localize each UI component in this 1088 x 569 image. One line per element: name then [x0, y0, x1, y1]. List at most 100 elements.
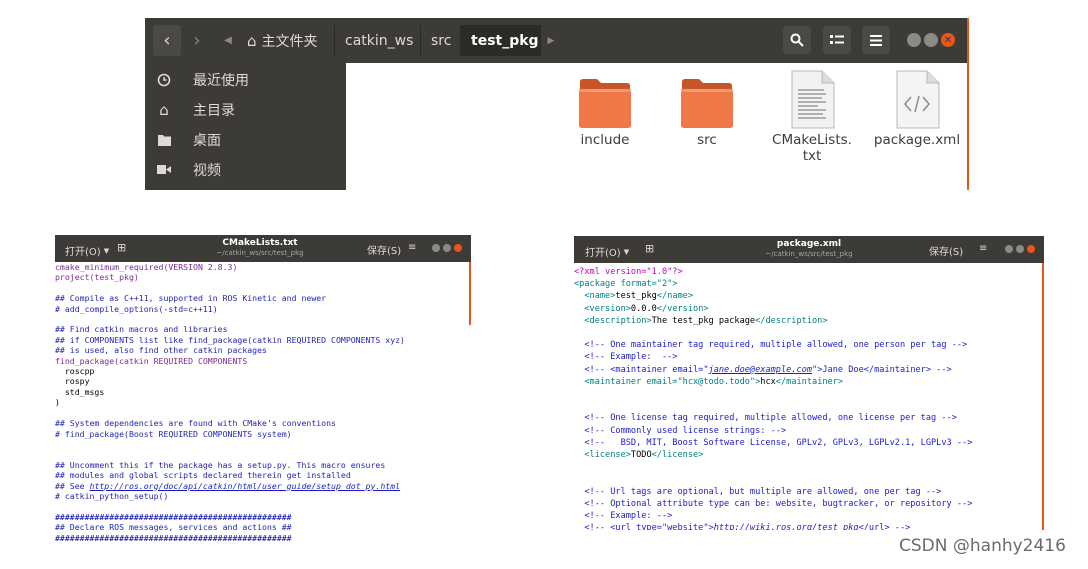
file-item-cmakelists[interactable]: CMakeLists. txt [767, 70, 857, 164]
folder-icon [681, 79, 733, 128]
menu-button[interactable] [862, 26, 890, 54]
minimize-button[interactable] [1005, 245, 1013, 253]
code-editor-area[interactable]: cmake_minimum_required(VERSION 2.8.3) pro… [55, 262, 471, 543]
code-link[interactable]: http://ros.org/doc/api/catkin/html/user_… [90, 481, 401, 491]
file-item-src[interactable]: src [662, 70, 752, 148]
code-line: <package format="2"> [574, 278, 1044, 290]
chevron-left-icon: ‹ [163, 30, 171, 51]
maximize-button[interactable] [924, 33, 938, 47]
code-close-tag: </version> [656, 303, 709, 314]
save-button[interactable]: 保存(S) [361, 241, 407, 257]
sidebar-item-recent[interactable]: 最近使用 [145, 65, 346, 94]
file-manager-toolbar: ‹ › ◀ ⌂ 主文件夹 catkin_ws src test_pkg ▶ ✕ [145, 18, 967, 63]
code-text: ## Declare ROS messages, services and ac… [55, 522, 292, 533]
folder-icon [154, 134, 174, 146]
code-text: <maintainer email="hcx@todo.todo"> [574, 376, 761, 387]
breadcrumb-label: 主文件夹 [261, 33, 318, 50]
triangle-left-icon: ◀ [224, 35, 232, 46]
code-close-tag: </maintainer> [775, 376, 844, 387]
code-text: roscpp [55, 366, 95, 377]
code-text: <name> [574, 291, 616, 302]
save-button[interactable]: 保存(S) [923, 242, 969, 258]
minimize-button[interactable] [907, 33, 921, 47]
file-name: src [697, 132, 717, 148]
code-line: <!-- Optional attribute type can be: web… [574, 498, 1044, 510]
code-line: ## is used, also find other catkin packa… [55, 345, 471, 355]
code-editor-area[interactable]: <?xml version="1.0"?> <package format="2"… [574, 266, 1044, 530]
cmake-editor-window: 打开(O) ▼ ⊞ CMakeLists.txt ~/catkin_ws/src… [55, 235, 471, 544]
menu-button[interactable]: ≡ [979, 243, 987, 254]
triangle-right-icon: ▶ [547, 35, 555, 46]
code-text: rospy [55, 376, 90, 387]
code-text-value: test_pkg [615, 291, 657, 302]
sidebar-item-videos[interactable]: 视频 [145, 155, 346, 184]
breadcrumb-src[interactable]: src [421, 25, 461, 56]
code-text: ## Compile as C++11, supported in ROS Ki… [55, 293, 327, 304]
code-text: # catkin_python_setup() [55, 490, 169, 501]
breadcrumb-home[interactable]: ⌂ 主文件夹 [237, 25, 335, 56]
code-text: <description> [574, 315, 652, 326]
hamburger-icon: ≡ [408, 242, 417, 253]
code-link[interactable]: jane.doe@example.com [709, 365, 812, 375]
code-line: cmake_minimum_required(VERSION 2.8.3) [55, 262, 471, 272]
file-name-line2: txt [802, 148, 822, 164]
window-path: ~/catkin_ws/src/test_pkg [765, 250, 853, 258]
close-button[interactable] [454, 244, 462, 252]
file-item-package-xml[interactable]: package.xml [872, 70, 962, 148]
code-line: ########################################… [55, 512, 471, 522]
file-item-include[interactable]: include [560, 70, 650, 148]
open-label: 打开(O) [65, 247, 101, 258]
menu-button[interactable]: ≡ [408, 242, 416, 253]
path-scroll-left-button[interactable]: ◀ [221, 25, 235, 56]
breadcrumb-catkin-ws[interactable]: catkin_ws [335, 25, 421, 56]
xml-file-icon [896, 70, 940, 129]
search-icon [790, 33, 804, 47]
code-line: ########################################… [55, 533, 471, 543]
view-options-button[interactable] [823, 26, 851, 54]
file-name: include [580, 132, 630, 148]
code-line: ## if COMPONENTS list like find_package(… [55, 335, 471, 345]
close-button[interactable] [1027, 245, 1035, 253]
scrollbar[interactable] [469, 262, 471, 325]
code-text: <!-- Url tags are optional, but multiple… [574, 486, 942, 497]
breadcrumb-label: test_pkg [471, 32, 539, 49]
window-path: ~/catkin_ws/src/test_pkg [216, 249, 304, 257]
new-tab-button[interactable]: ⊞ [645, 242, 654, 255]
code-line: ## Declare ROS messages, services and ac… [55, 522, 471, 532]
sidebar-item-home[interactable]: ⌂ 主目录 [145, 95, 346, 124]
path-scroll-right-button[interactable]: ▶ [545, 25, 557, 56]
chevron-down-icon: ▼ [103, 246, 110, 255]
new-document-icon: ⊞ [117, 241, 127, 254]
maximize-button[interactable] [443, 244, 451, 252]
open-label: 打开(O) [585, 248, 621, 259]
code-line: ​ [55, 501, 471, 511]
new-tab-button[interactable]: ⊞ [117, 241, 126, 254]
code-line: # find_package(Boost REQUIRED COMPONENTS… [55, 429, 471, 439]
breadcrumb-test-pkg[interactable]: test_pkg [461, 25, 541, 56]
forward-button[interactable]: › [183, 25, 211, 56]
code-text: ## if COMPONENTS list like find_package(… [55, 334, 405, 345]
code-link[interactable]: http://wiki.ros.org/test_pkg [714, 523, 859, 530]
code-line: <!-- One license tag required, multiple … [574, 412, 1044, 424]
scrollbar[interactable] [1042, 263, 1044, 530]
code-line: <description>The test_pkg package</descr… [574, 315, 1044, 327]
code-line: ## System dependencies are found with CM… [55, 418, 471, 428]
code-text: ## System dependencies are found with CM… [55, 418, 336, 429]
minimize-button[interactable] [432, 244, 440, 252]
code-close-tag: </description> [755, 315, 828, 326]
back-button[interactable]: ‹ [153, 25, 181, 56]
window-title: CMakeLists.txt [222, 238, 298, 248]
window-title: package.xml [776, 239, 842, 249]
code-line: ​ [574, 473, 1044, 485]
close-icon: ✕ [943, 34, 953, 46]
code-line: project(test_pkg) [55, 272, 471, 282]
code-text: ########################################… [55, 532, 292, 543]
code-line: <!-- Commonly used license strings: --> [574, 425, 1044, 437]
search-button[interactable] [783, 26, 811, 54]
open-button[interactable]: 打开(O) ▼ [585, 244, 629, 260]
open-button[interactable]: 打开(O) ▼ [65, 243, 110, 259]
maximize-button[interactable] [1016, 245, 1024, 253]
close-button[interactable]: ✕ [941, 33, 955, 47]
sidebar-item-desktop[interactable]: 桌面 [145, 125, 346, 154]
code-text: <package format="2"> [574, 279, 678, 290]
